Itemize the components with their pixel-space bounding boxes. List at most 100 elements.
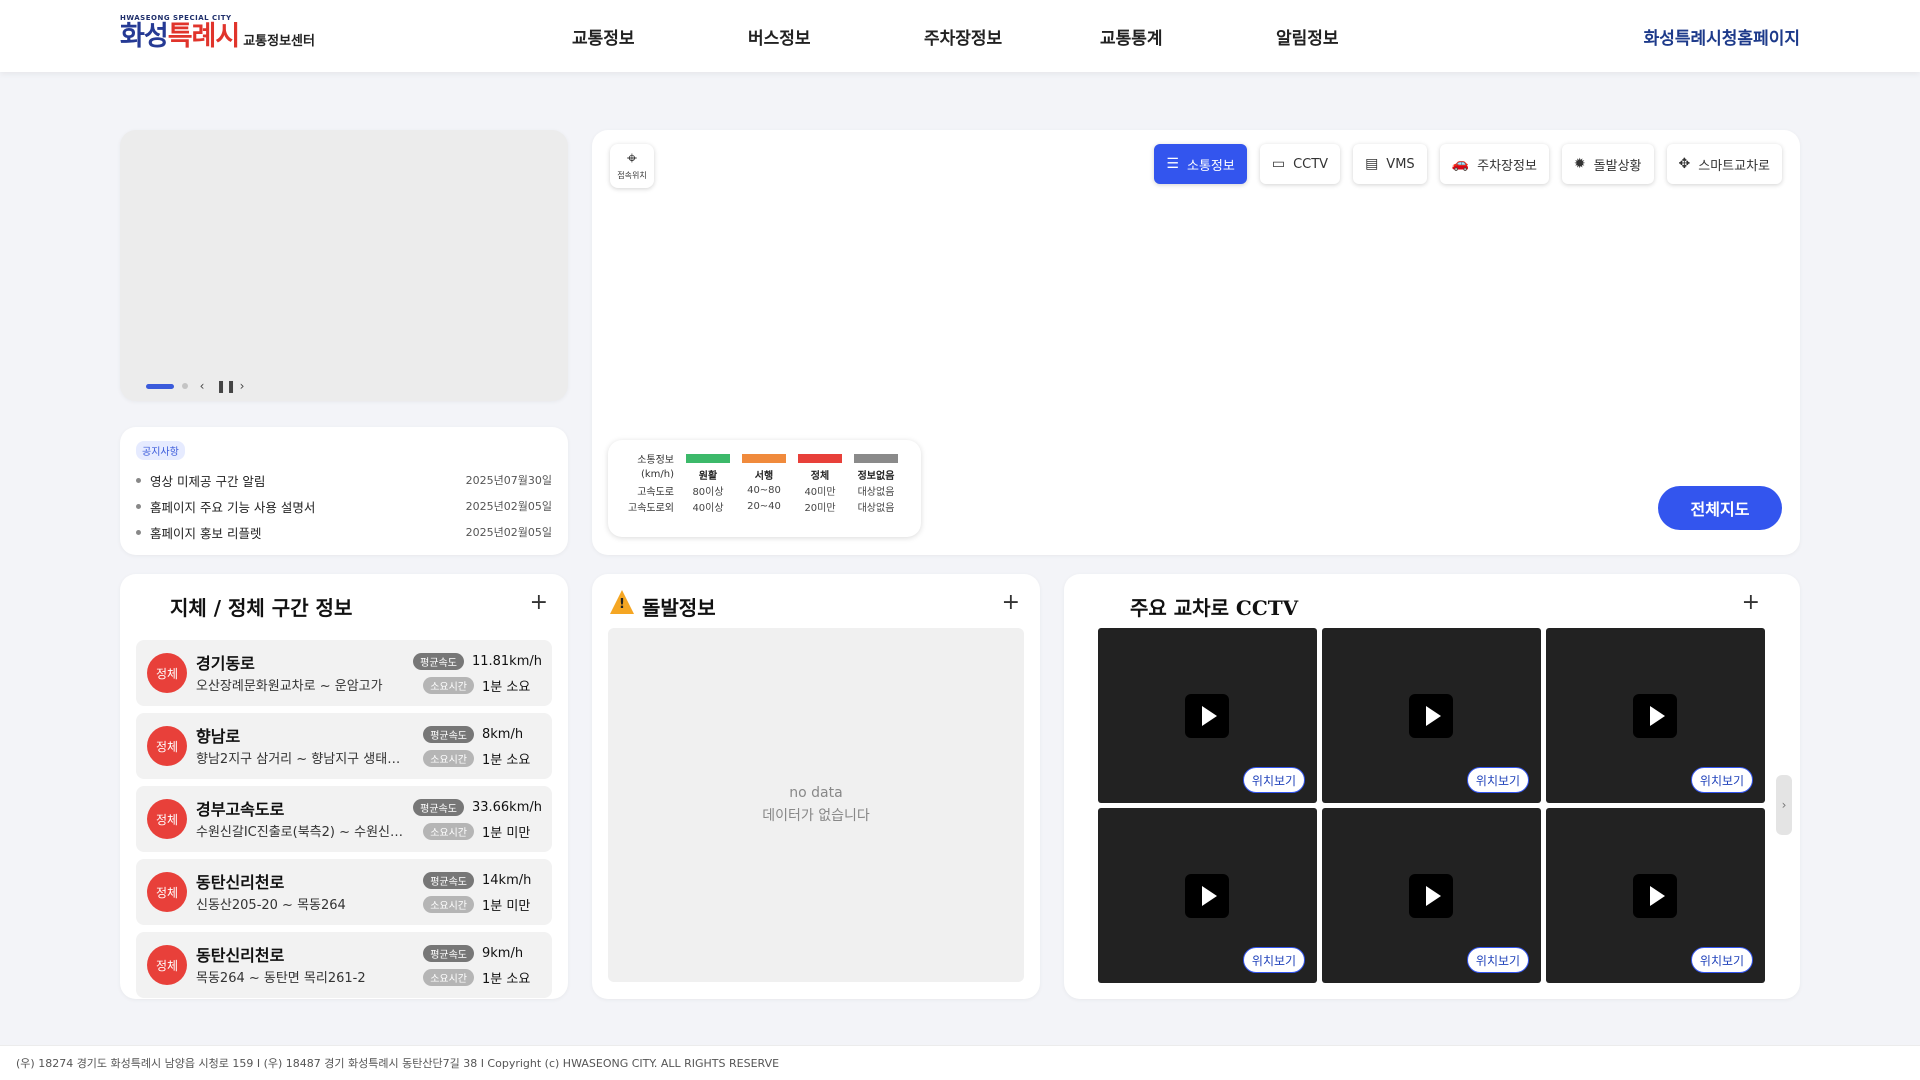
speed-value: 8km/h [482,726,524,742]
banner-carousel: ‹ ❚❚ › [120,130,568,401]
time-label: 소요시간 [423,968,474,986]
tab-smart-intersection[interactable]: ✥ 스마트교차로 [1666,144,1782,184]
play-icon[interactable] [1185,694,1229,738]
notice-item[interactable]: 영상 미제공 구간 알림 2025년07월30일 [136,467,552,493]
list-item[interactable]: 정체 경기동로 오산장례문화원교차로 ~ 운암고가 평균속도 11.81km/h … [136,640,552,706]
notice-panel: 공지사항 영상 미제공 구간 알림 2025년07월30일 홈페이지 주요 기능 … [120,427,568,555]
legend-swatch-congested [798,453,842,463]
logo-subtitle: 교통정보센터 [243,34,315,49]
panel-title: 지체 / 정체 구간 정보 [170,596,353,620]
road-name: 향남로 [196,727,241,746]
nav-traffic-stats[interactable]: 교통통계 [1100,24,1276,49]
cctv-tile[interactable]: 위치보기 [1322,628,1541,803]
notice-badge[interactable]: 공지사항 [136,441,185,460]
view-location-button[interactable]: 위치보기 [1467,947,1529,973]
plus-icon[interactable]: + [530,590,548,615]
view-location-button[interactable]: 위치보기 [1691,947,1753,973]
status-badge: 정체 [147,653,187,693]
crosshair-icon: ⌖ [626,148,638,169]
road-section: 수원신갈IC진출로(북측2) ~ 수원신갈IC [196,825,406,840]
nav-parking-info[interactable]: 주차장정보 [924,24,1100,49]
site-footer: (우) 18274 경기도 화성특례시 남양읍 시청로 159 I (우) 18… [0,1045,1920,1080]
locate-button[interactable]: ⌖ 접속위치 [610,144,654,188]
view-location-button[interactable]: 위치보기 [1467,767,1529,793]
site-logo[interactable]: HWASEONG SPECIAL CITY 화성특례시 교통정보센터 [120,14,315,51]
list-item[interactable]: 정체 동탄신리천로 신동산205-20 ~ 목동264 평균속도 14km/h 소… [136,859,552,925]
notice-list: 영상 미제공 구간 알림 2025년07월30일 홈페이지 주요 기능 사용 설명… [136,467,552,545]
play-icon[interactable] [1409,694,1453,738]
traffic-legend: 소통정보 (km/h) 원활 서행 정체 정보없음 고속도로 80이상 40~8… [608,440,921,537]
nav-notifications[interactable]: 알림정보 [1276,24,1452,49]
plus-icon[interactable]: + [1002,590,1020,615]
chevron-right-icon[interactable]: › [236,379,248,393]
play-icon[interactable] [1185,874,1229,918]
speed-value: 14km/h [482,872,532,888]
cctv-panel: 주요 교차로 CCTV + 위치보기 위치보기 위치보기 위치보기 위치보기 위… [1064,574,1800,999]
footer-address: (우) 18274 경기도 화성특례시 남양읍 시청로 159 I (우) 18… [16,1057,780,1070]
notice-item[interactable]: 홈페이지 주요 기능 사용 설명서 2025년02월05일 [136,493,552,519]
tab-cctv[interactable]: ▭ CCTV [1259,144,1341,184]
view-location-button[interactable]: 위치보기 [1243,947,1305,973]
speed-label: 평균속도 [423,944,474,962]
status-badge: 정체 [147,872,187,912]
legend-row-other: 고속도로외 [628,502,674,514]
list-item[interactable]: 정체 향남로 향남2지구 삼거리 ~ 향남지구 생태터널 평균속도 8km/h 소… [136,713,552,779]
tab-parking[interactable]: 🚗 주차장정보 [1439,144,1549,184]
legend-level-name: 정보없음 [857,470,895,482]
carousel-dot[interactable] [182,383,188,389]
cctv-grid: 위치보기 위치보기 위치보기 위치보기 위치보기 위치보기 [1098,628,1768,983]
logo-wordmark: 화성특례시 [120,21,240,52]
tab-traffic-flow[interactable]: ☰ 소통정보 [1154,144,1247,184]
site-header: HWASEONG SPECIAL CITY 화성특례시 교통정보센터 교통정보 … [0,0,1920,72]
plus-icon[interactable]: + [1742,590,1760,615]
cctv-tile[interactable]: 위치보기 [1098,628,1317,803]
city-homepage-link[interactable]: 화성특례시청홈페이지 [1644,24,1800,49]
play-icon[interactable] [1633,874,1677,918]
play-icon[interactable] [1633,694,1677,738]
legend-header: 소통정보 [637,454,674,466]
road-section: 목동264 ~ 동탄면 목리261-2 [196,971,366,986]
chevron-left-icon[interactable]: ‹ [196,379,208,393]
siren-icon: ✹ [1573,156,1586,172]
time-value: 1분 소요 [482,971,531,987]
list-item[interactable]: 정체 동탄신리천로 목동264 ~ 동탄면 목리261-2 평균속도 9km/h … [136,932,552,998]
nav-traffic-info[interactable]: 교통정보 [572,24,748,49]
notice-item[interactable]: 홈페이지 홍보 리플렛 2025년02월05일 [136,519,552,545]
chevron-right-icon[interactable]: › [1776,775,1792,835]
view-location-button[interactable]: 위치보기 [1243,767,1305,793]
pause-icon[interactable]: ❚❚ [216,379,236,393]
legend-swatch-smooth [686,453,730,463]
view-location-button[interactable]: 위치보기 [1691,767,1753,793]
time-label: 소요시간 [423,676,474,694]
legend-value: 40이상 [692,502,724,514]
tab-incident[interactable]: ✹ 돌발상황 [1561,144,1654,184]
cctv-tile[interactable]: 위치보기 [1546,628,1765,803]
cctv-tile[interactable]: 위치보기 [1322,808,1541,983]
car-icon: 🚗 [1451,156,1470,172]
road-name: 동탄신리천로 [196,946,285,965]
legend-value: 40미만 [804,486,836,498]
road-section: 향남2지구 삼거리 ~ 향남지구 생태터널 [196,752,406,767]
congestion-metrics: 평균속도 9km/h 소요시간 1분 소요 [404,941,542,989]
congestion-metrics: 평균속도 33.66km/h 소요시간 1분 미만 [404,795,542,843]
congestion-panel: 지체 / 정체 구간 정보 + 정체 경기동로 오산장례문화원교차로 ~ 운암고… [120,574,568,999]
traffic-map[interactable]: ⌖ 접속위치 ☰ 소통정보 ▭ CCTV ▤ VMS 🚗 주차장정보 ✹ 돌발상황 ✥ 스마… [592,130,1800,555]
speed-label: 평균속도 [413,652,464,670]
status-badge: 정체 [147,799,187,839]
cctv-tile[interactable]: 위치보기 [1546,808,1765,983]
road-section: 오산장례문화원교차로 ~ 운암고가 [196,679,383,694]
carousel-dot-active[interactable] [146,383,174,389]
intersection-icon: ✥ [1678,156,1691,172]
cctv-tile[interactable]: 위치보기 [1098,808,1317,983]
time-value: 1분 미만 [482,825,531,841]
full-map-button[interactable]: 전체지도 [1658,486,1782,530]
tab-vms[interactable]: ▤ VMS [1353,144,1427,184]
time-value: 1분 미만 [482,898,531,914]
time-value: 1분 소요 [482,679,531,695]
speed-label: 평균속도 [423,871,474,889]
legend-value: 20~40 [747,500,781,512]
list-item[interactable]: 정체 경부고속도로 수원신갈IC진출로(북측2) ~ 수원신갈IC 평균속도 33… [136,786,552,852]
play-icon[interactable] [1409,874,1453,918]
nav-bus-info[interactable]: 버스정보 [748,24,924,49]
warning-mark: ! [619,597,625,612]
